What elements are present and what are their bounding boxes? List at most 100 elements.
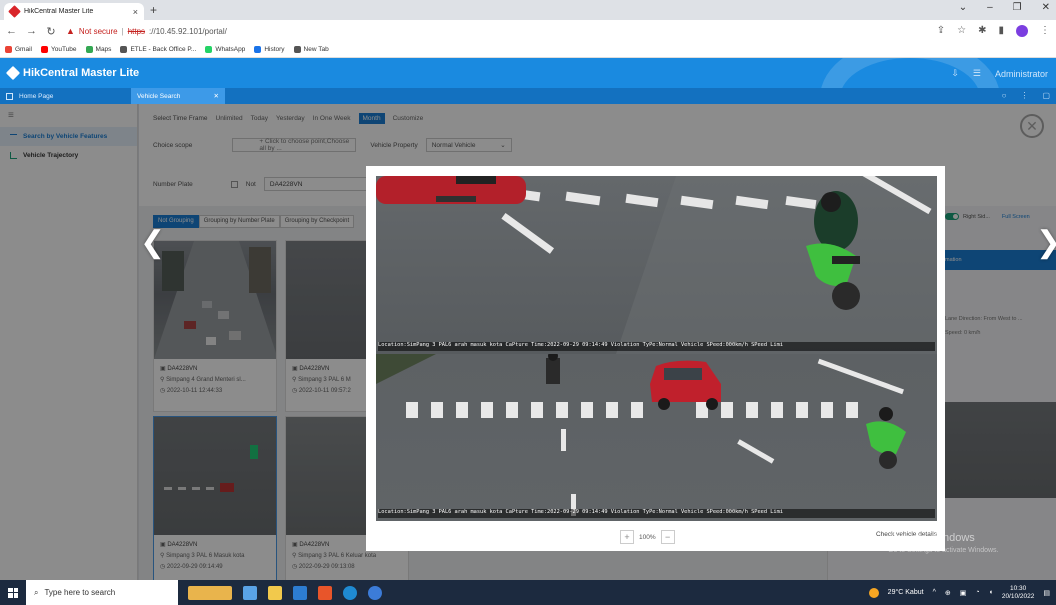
forward-icon[interactable]: →	[26, 25, 37, 37]
image-viewer-modal: Location:SimPang 3 PAL6 arah masuk kota …	[366, 166, 945, 551]
url-path: ://10.45.92.101/portal/	[149, 26, 227, 36]
bookmark-etle-back-office-p[interactable]: ETLE - Back Office P...	[120, 46, 196, 53]
address-bar: ← → ↻ ▲ Not secure | https://10.45.92.10…	[0, 20, 1056, 42]
close-tab-icon[interactable]: ✕	[214, 92, 219, 100]
bookmark-maps[interactable]: Maps	[85, 46, 112, 53]
download-icon[interactable]: ⇩	[951, 68, 959, 79]
search-icon: ⌕	[34, 587, 39, 597]
profile-avatar[interactable]	[1016, 25, 1028, 37]
app-title: HikCentral Master Lite	[5, 65, 140, 81]
zoom-out-button[interactable]: −	[660, 530, 675, 544]
user-name[interactable]: Administrator	[995, 69, 1048, 79]
grid-icon	[6, 92, 13, 100]
url-separator: |	[121, 26, 124, 36]
more-icon[interactable]: ⋮	[1020, 91, 1028, 100]
next-arrow-icon[interactable]: ❯	[1036, 225, 1056, 260]
bookmark-new-tab[interactable]: New Tab	[293, 46, 329, 53]
bookmark-label: ETLE - Back Office P...	[130, 46, 197, 53]
capture-frame-top: Location:SimPang 3 PAL6 arah masuk kota …	[376, 176, 937, 354]
bookmark-icon	[293, 46, 301, 53]
menu-icon[interactable]: ⋮	[1040, 25, 1050, 37]
chevron-up-icon[interactable]: ^	[933, 589, 936, 596]
capture-overlay-text-bottom: Location:SimPang 3 PAL6 arah masuk kota …	[378, 509, 935, 518]
bookmark-icon	[120, 46, 128, 53]
windows-taskbar: ⌕ Type here to search 29°C Kabut ^ ⊕ ▣ ◔…	[0, 580, 1056, 605]
new-tab-button[interactable]: +	[150, 3, 157, 17]
weather-text[interactable]: 29°C Kabut	[888, 589, 924, 596]
bookmark-label: Gmail	[15, 46, 32, 53]
task-view-icon[interactable]	[243, 585, 257, 600]
bookmark-history[interactable]: History	[254, 46, 285, 53]
bookmark-icon	[5, 46, 12, 53]
header-user-area: ⇩ ☰ Administrator	[951, 68, 1048, 79]
bookmark-label: Maps	[95, 46, 112, 53]
back-icon[interactable]: ←	[6, 25, 17, 37]
mail-icon[interactable]	[293, 585, 307, 600]
road-capture-image	[376, 354, 906, 516]
app-tab-bar: Home Page Vehicle Search ✕ ○ ⋮ ▢	[0, 88, 1056, 104]
not-secure-label: Not secure	[78, 26, 118, 36]
url-scheme: https	[127, 26, 146, 36]
windows-logo-icon	[8, 587, 18, 598]
display-icon[interactable]: ▣	[960, 589, 967, 597]
network-icon[interactable]: ⊕	[945, 589, 951, 597]
window-controls: ⌄ – ❐ ✕	[959, 2, 1050, 13]
chevron-down-icon[interactable]: ⌄	[959, 2, 967, 13]
system-tray: 29°C Kabut ^ ⊕ ▣ ◔ ◖ 10:30 20/10/2022 ▤	[868, 585, 1056, 601]
restore-button[interactable]: ❐	[1013, 2, 1022, 13]
viewer-footer: + 100% − Check vehicle details	[366, 526, 945, 551]
taskbar-search[interactable]: ⌕ Type here to search	[26, 580, 178, 605]
reload-icon[interactable]: ↻	[46, 25, 56, 38]
previous-arrow-icon[interactable]: ❮	[140, 225, 165, 260]
file-explorer-icon[interactable]	[268, 585, 282, 600]
taskbar-search-placeholder: Type here to search	[44, 588, 116, 597]
edge-icon[interactable]	[343, 585, 357, 600]
cat-widget-icon[interactable]	[188, 585, 232, 600]
minimize-button[interactable]: –	[987, 2, 993, 13]
tab-home-page[interactable]: Home Page	[0, 88, 130, 104]
bookmark-icon	[40, 46, 48, 53]
bookmark-whatsapp[interactable]: WhatsApp	[205, 46, 245, 53]
sidebar-icon[interactable]: ▮	[998, 25, 1004, 37]
bookmark-label: New Tab	[303, 46, 329, 53]
close-window-button[interactable]: ✕	[1042, 2, 1050, 13]
browser-tab[interactable]: HikCentral Master Lite ×	[4, 3, 144, 20]
volume-icon[interactable]: ◖	[989, 589, 993, 596]
zoom-controls: + 100% −	[620, 530, 675, 544]
close-tab-icon[interactable]: ×	[133, 7, 138, 17]
zoom-in-button[interactable]: +	[620, 530, 634, 544]
firefox-icon[interactable]	[318, 585, 332, 600]
clock[interactable]: 10:30 20/10/2022	[1002, 585, 1035, 601]
tab-vehicle-search[interactable]: Vehicle Search ✕	[131, 88, 225, 104]
bookmark-label: WhatsApp	[215, 46, 246, 53]
extensions-icon[interactable]: ✱	[978, 25, 986, 37]
bookmark-youtube[interactable]: YouTube	[40, 46, 77, 53]
address-bar-actions: ⇪ ☆ ✱ ▮ ⋮	[937, 25, 1050, 37]
road-capture-image	[376, 176, 937, 354]
warning-icon: ▲	[66, 26, 75, 36]
start-button[interactable]	[0, 580, 26, 605]
wifi-icon[interactable]: ◔	[975, 589, 979, 596]
notification-icon[interactable]: ▤	[1043, 589, 1050, 597]
bookmark-label: YouTube	[50, 46, 77, 53]
bookmark-icon	[205, 46, 213, 53]
star-icon[interactable]: ☆	[957, 25, 966, 37]
bookmark-gmail[interactable]: Gmail	[5, 46, 32, 53]
layout-icon[interactable]: ▢	[1042, 91, 1050, 100]
hikcentral-favicon-icon	[8, 5, 21, 18]
share-icon[interactable]: ⇪	[937, 25, 945, 37]
browser-tab-strip: HikCentral Master Lite × + ⌄ – ❐ ✕	[0, 0, 1056, 20]
chrome-icon[interactable]	[368, 585, 382, 600]
hikcentral-logo-icon	[5, 65, 21, 81]
zoom-level: 100%	[639, 533, 656, 541]
list-icon[interactable]: ☰	[973, 68, 981, 79]
app-title-text: HikCentral Master Lite	[23, 67, 140, 79]
circle-icon[interactable]: ○	[1002, 91, 1007, 100]
capture-frame-bottom: Location:SimPang 3 PAL6 arah masuk kota …	[376, 354, 937, 521]
url-field[interactable]: ▲ Not secure | https://10.45.92.101/port…	[66, 26, 227, 36]
capture-photo: Location:SimPang 3 PAL6 arah masuk kota …	[376, 176, 937, 521]
browser-tab-title: HikCentral Master Lite	[24, 8, 94, 15]
clock-date: 20/10/2022	[1001, 592, 1035, 600]
capture-overlay-text-top: Location:SimPang 3 PAL6 arah masuk kota …	[378, 342, 935, 351]
app-header: HikCentral Master Lite ⇩ ☰ Administrator	[0, 58, 1056, 88]
